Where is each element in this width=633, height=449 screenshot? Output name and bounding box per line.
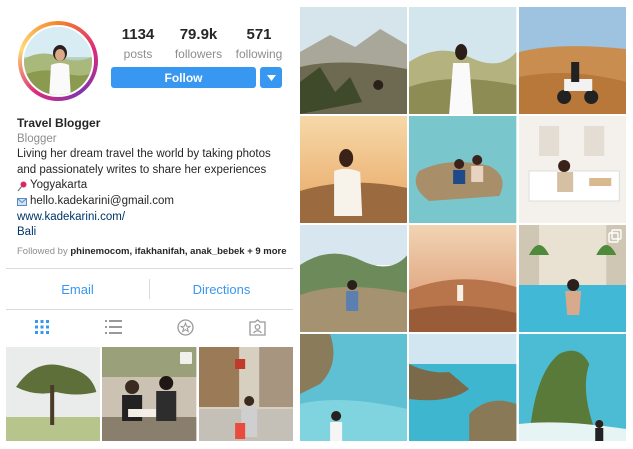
grid-photo-bedroom[interactable]	[518, 116, 626, 223]
bio-email: hello.kadekarini@gmail.com	[30, 194, 174, 207]
following-label: following	[235, 47, 283, 61]
profile-stats: 1134 posts 79.9k followers 571 following	[110, 26, 287, 61]
grid-photo-kelingking[interactable]	[518, 334, 626, 441]
bio-location: Yogyakarta	[30, 179, 88, 192]
profile-tabs	[6, 310, 293, 344]
tagged-star-icon	[177, 318, 194, 336]
place-link[interactable]: Bali	[17, 225, 295, 241]
email-button[interactable]: Email	[6, 282, 149, 297]
followed-more: + 9 more	[244, 245, 287, 257]
grid-photo-tree[interactable]	[6, 347, 101, 441]
profile-avatar[interactable]	[18, 21, 98, 101]
stat-posts[interactable]: 1134 posts	[110, 26, 166, 61]
avatar-photo	[22, 25, 94, 97]
grid-photo-bay[interactable]	[409, 334, 517, 441]
followers-label: followers	[174, 47, 223, 61]
list-icon	[105, 320, 123, 334]
grid-photo-dunes[interactable]	[409, 225, 517, 332]
followed-by[interactable]: Followed by phinemocom, ifakhanifah, ana…	[17, 244, 295, 260]
grid-icon	[34, 320, 49, 334]
grid-photo-motorbike[interactable]	[518, 7, 626, 114]
tab-grid[interactable]	[32, 317, 52, 337]
tab-list[interactable]	[104, 317, 124, 337]
website-link[interactable]: www.kadekarini.com/	[17, 210, 295, 226]
pushpin-icon	[17, 181, 27, 192]
multiple-photos-icon	[608, 229, 622, 243]
profile-grid-preview	[6, 347, 293, 441]
bio-line-1: Living her dream travel the world by tak…	[17, 148, 271, 161]
followers-count: 79.9k	[179, 26, 218, 43]
bio-location-row: Yogyakarta	[17, 178, 295, 194]
profile-category: Blogger	[17, 132, 57, 145]
tab-saved[interactable]	[175, 317, 195, 337]
bio-line-2: and passionately writes to share her exp…	[17, 163, 267, 176]
grid-photo-hills[interactable]	[409, 7, 517, 114]
tab-tagged[interactable]	[247, 317, 267, 337]
follow-button[interactable]: Follow	[111, 67, 256, 88]
photo-grid	[300, 7, 626, 441]
contact-bar: Email Directions	[6, 271, 293, 307]
stat-followers[interactable]: 79.9k followers	[171, 26, 227, 61]
posts-label: posts	[123, 47, 153, 61]
tagged-person-icon	[248, 318, 266, 336]
bio-email-row: hello.kadekarini@gmail.com	[17, 194, 295, 210]
grid-photo-pool[interactable]	[518, 225, 626, 332]
email-icon	[17, 197, 27, 206]
multiple-photos-icon	[179, 351, 193, 365]
divider	[6, 268, 293, 269]
profile-bio: Travel Blogger Blogger Living her dream …	[17, 116, 295, 259]
stat-following[interactable]: 571 following	[231, 26, 287, 61]
chevron-down-icon	[266, 74, 276, 81]
grid-photo-sunset-girl[interactable]	[300, 116, 408, 223]
profile-name: Travel Blogger	[17, 116, 101, 130]
grid-photo-beach-rocks[interactable]	[409, 116, 517, 223]
directions-button[interactable]: Directions	[150, 282, 293, 297]
posts-count: 1134	[121, 26, 155, 43]
grid-photo-street[interactable]	[198, 347, 293, 441]
grid-photo-couple[interactable]	[102, 347, 197, 441]
profile-panel: 1134 posts 79.9k followers 571 following…	[0, 0, 297, 449]
grid-photo-mountain-hike[interactable]	[300, 225, 408, 332]
grid-photo-cliff-coast[interactable]	[300, 334, 408, 441]
following-count: 571	[246, 26, 272, 43]
followed-prefix: Followed by	[17, 245, 71, 257]
followed-names: phinemocom, ifakhanifah, anak_bebek	[70, 245, 245, 257]
suggested-dropdown-button[interactable]	[260, 67, 282, 88]
grid-photo-volcano[interactable]	[300, 7, 408, 114]
